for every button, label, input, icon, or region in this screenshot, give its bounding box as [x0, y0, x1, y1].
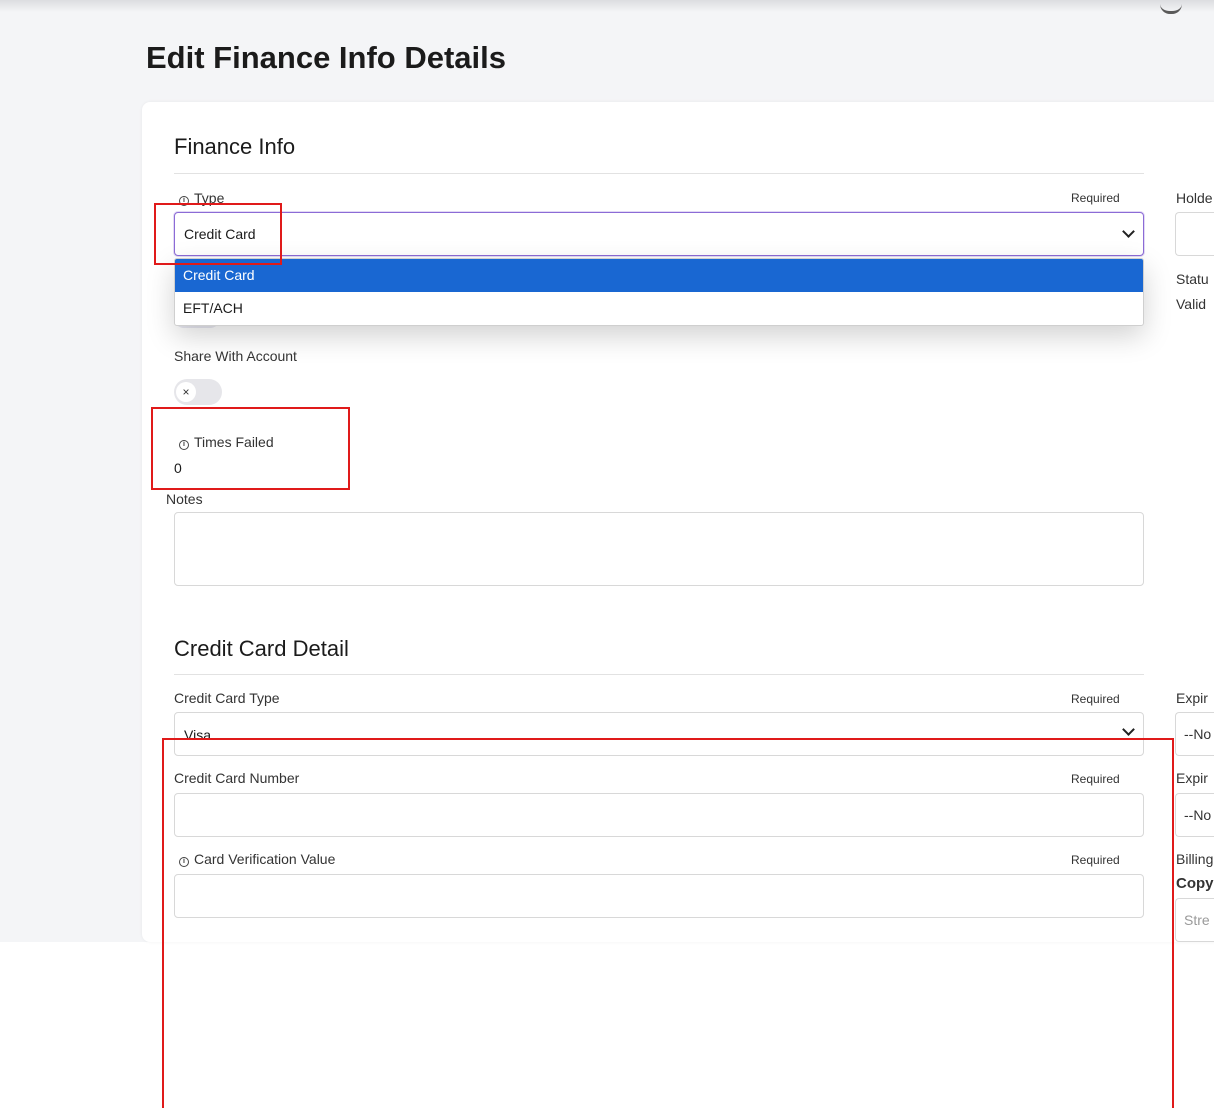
- copy-address-link[interactable]: Copy: [1176, 875, 1214, 892]
- type-dropdown-list: Credit Card EFT/ACH: [174, 258, 1144, 326]
- type-option-credit-card[interactable]: Credit Card: [175, 259, 1143, 292]
- close-icon: ×: [176, 382, 196, 402]
- expiry-year-label: Expir: [1176, 770, 1208, 786]
- expiry-month-select[interactable]: --No: [1175, 712, 1214, 756]
- status-value: Valid: [1176, 296, 1207, 312]
- share-with-account-label: Share With Account: [174, 348, 297, 364]
- status-label: Statu: [1176, 271, 1209, 287]
- section-divider: [174, 173, 1144, 174]
- page-title: Edit Finance Info Details: [146, 40, 506, 75]
- annotation-box-type: [154, 203, 282, 265]
- annotation-box-credit-card-fields: [162, 738, 1174, 1108]
- top-bar-shadow: [0, 0, 1214, 12]
- type-option-eft-ach[interactable]: EFT/ACH: [175, 292, 1143, 325]
- type-select[interactable]: Credit Card: [174, 212, 1144, 256]
- type-required-label: Required: [1071, 191, 1120, 205]
- chevron-down-icon: [1122, 225, 1135, 238]
- credit-card-detail-section-title: Credit Card Detail: [174, 636, 349, 661]
- share-with-account-toggle[interactable]: ×: [174, 379, 222, 405]
- holder-label: Holde: [1176, 190, 1213, 206]
- street-input[interactable]: Stre: [1175, 898, 1214, 942]
- annotation-box-times-failed: [151, 407, 350, 490]
- chevron-down-icon: [1122, 723, 1135, 736]
- expiry-month-label: Expir: [1176, 690, 1208, 706]
- section-divider: [174, 674, 1144, 675]
- expiry-year-select[interactable]: --No: [1175, 793, 1214, 837]
- finance-info-section-title: Finance Info: [174, 134, 296, 159]
- notes-textarea[interactable]: [174, 512, 1144, 586]
- holder-input[interactable]: [1175, 212, 1214, 256]
- credit-card-type-required-label: Required: [1071, 692, 1120, 706]
- notes-label: Notes: [166, 491, 203, 507]
- credit-card-type-label: Credit Card Type: [174, 690, 280, 706]
- billing-label: Billing: [1176, 851, 1214, 867]
